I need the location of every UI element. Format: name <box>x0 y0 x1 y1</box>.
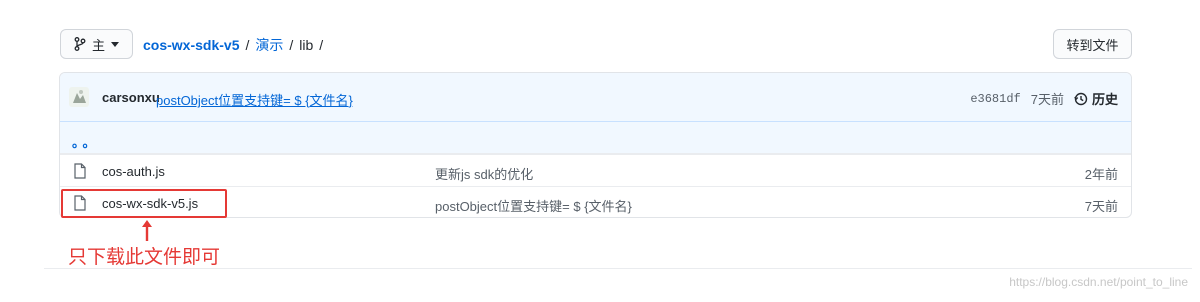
latest-commit-bar: carsonxu postObject位置支持键= $ {文件名} e3681d… <box>60 73 1131 122</box>
commit-message-link[interactable]: postObject位置支持键= $ {文件名} <box>156 90 353 109</box>
file-icon <box>74 163 86 179</box>
annotation-arrow-icon <box>142 220 152 241</box>
chevron-down-icon <box>111 41 119 47</box>
history-button[interactable]: 历史 <box>1074 89 1118 108</box>
avatar[interactable] <box>69 87 89 107</box>
breadcrumb-separator: / <box>245 37 250 53</box>
breadcrumb: cos-wx-sdk-v5 / 演示 / lib / <box>143 35 323 55</box>
commit-sha[interactable]: e3681df <box>970 92 1020 106</box>
file-row[interactable]: cos-auth.js 更新js sdk的优化 2年前 <box>60 154 1131 186</box>
watermark: https://blog.csdn.net/point_to_line <box>1009 275 1188 289</box>
file-age: 2年前 <box>1084 167 1118 182</box>
divider <box>44 268 1192 269</box>
branch-select-button[interactable]: 主 <box>60 29 133 59</box>
history-icon <box>1074 92 1088 105</box>
file-commit-message-link[interactable]: 更新js sdk的优化 <box>435 164 533 183</box>
breadcrumb-folder-link[interactable]: 演示 <box>255 35 283 55</box>
file-age: 7天前 <box>1084 199 1118 214</box>
git-branch-icon <box>74 37 86 51</box>
parent-directory-link[interactable]: 。。 <box>72 132 100 151</box>
commit-author[interactable]: carsonxu <box>102 90 160 105</box>
breadcrumb-repo-link[interactable]: cos-wx-sdk-v5 <box>143 37 239 53</box>
file-commit-message-link[interactable]: postObject位置支持键= $ {文件名} <box>435 196 632 215</box>
commit-time: 7天前 <box>1030 92 1064 107</box>
file-name-link[interactable]: cos-auth.js <box>102 164 165 179</box>
history-label: 历史 <box>1091 92 1118 107</box>
breadcrumb-current: lib <box>299 37 314 53</box>
annotation-text: 只下载此文件即可 <box>68 246 221 268</box>
commit-meta: e3681df 7天前 历史 <box>970 89 1118 108</box>
parent-directory-row[interactable]: 。。 <box>60 122 1131 154</box>
breadcrumb-separator: / <box>289 37 294 53</box>
branch-label: 主 <box>91 37 105 53</box>
repo-topbar: 主 cos-wx-sdk-v5 / 演示 / lib / 转到文件 <box>60 29 1132 59</box>
page: 主 cos-wx-sdk-v5 / 演示 / lib / 转到文件 carson… <box>0 0 1200 302</box>
annotation-highlight-box <box>61 189 227 218</box>
breadcrumb-separator: / <box>319 37 324 53</box>
goto-file-button[interactable]: 转到文件 <box>1053 29 1132 59</box>
